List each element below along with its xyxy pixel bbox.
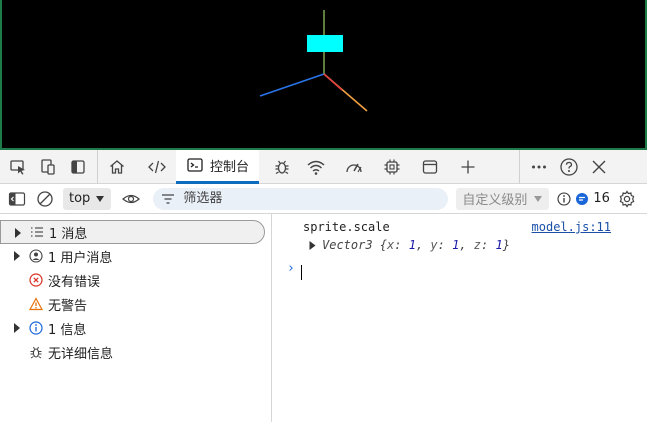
- sidebar-item-info[interactable]: 1 信息: [0, 316, 271, 340]
- sidebar-item-label: 无警告: [48, 298, 88, 314]
- add-icon[interactable]: [453, 152, 483, 182]
- help-icon[interactable]: [554, 152, 584, 182]
- toolbar-divider: [519, 149, 521, 184]
- source-link[interactable]: model.js:11: [532, 220, 611, 234]
- more-icon[interactable]: [524, 152, 554, 182]
- close-icon[interactable]: [584, 152, 614, 182]
- log-levels-label: 自定义级别: [462, 193, 528, 208]
- device-emulation-icon[interactable]: [33, 152, 63, 182]
- filter-box: [153, 187, 449, 210]
- sidebar-item-warnings[interactable]: 无警告: [0, 292, 271, 316]
- home-icon[interactable]: [102, 152, 132, 182]
- expand-arrow-icon[interactable]: [14, 228, 22, 238]
- list-icon: [31, 227, 43, 237]
- sidebar-item-verbose[interactable]: 无详细信息: [0, 340, 271, 364]
- network-wifi-icon[interactable]: [301, 152, 331, 182]
- warning-icon: [29, 297, 43, 311]
- filter-icon: [162, 193, 175, 204]
- issues-count: 16: [593, 191, 610, 206]
- sidebar-item-errors[interactable]: 没有错误: [0, 268, 271, 292]
- filter-input[interactable]: [183, 191, 424, 206]
- devtools-toolbar: 控制台: [0, 149, 647, 184]
- caret-down-icon: [96, 195, 105, 202]
- expand-arrow-icon[interactable]: [13, 323, 21, 333]
- console-settings-gear-icon[interactable]: [614, 184, 640, 214]
- user-icon: [29, 249, 43, 263]
- expand-arrow-icon[interactable]: [309, 240, 316, 250]
- console-output[interactable]: sprite.scale model.js:11 Vector3 {x: 1, …: [273, 214, 647, 422]
- info-icon: [29, 321, 43, 335]
- bug-icon[interactable]: [267, 152, 297, 182]
- issues-chat-icon: [576, 192, 589, 205]
- sprite-box: [307, 35, 343, 52]
- inspect-icon[interactable]: [3, 152, 33, 182]
- tab-console[interactable]: 控制台: [176, 149, 260, 184]
- performance-gauge-icon[interactable]: [339, 152, 369, 182]
- live-expression-eye-icon[interactable]: [117, 184, 145, 214]
- log-message-text: sprite.scale: [303, 220, 390, 234]
- sidebar-item-messages[interactable]: 1 消息: [0, 220, 265, 244]
- console-icon: [187, 158, 203, 172]
- context-selector[interactable]: top: [63, 187, 112, 210]
- dock-icon[interactable]: [63, 152, 93, 182]
- tab-console-label: 控制台: [210, 159, 250, 175]
- console-toolbar: top 自定义级别 16: [0, 184, 647, 214]
- caret-down-icon: [534, 195, 543, 202]
- clear-console-icon[interactable]: [31, 184, 59, 214]
- elements-icon[interactable]: [142, 152, 172, 182]
- console-input-caret[interactable]: [301, 265, 302, 280]
- sidebar-item-label: 1 用户消息: [48, 250, 113, 266]
- log-levels-dropdown[interactable]: 自定义级别: [456, 187, 550, 210]
- sidebar-item-label: 无详细信息: [48, 346, 114, 362]
- sidebar-item-label: 1 信息: [48, 322, 87, 338]
- x-axis-line: [259, 73, 325, 97]
- context-selector-value: top: [69, 191, 91, 206]
- object-z-value: 1: [495, 238, 503, 252]
- application-window-icon[interactable]: [415, 152, 445, 182]
- object-x-value: 1: [408, 238, 416, 252]
- sidebar-toggle-icon[interactable]: [3, 184, 31, 214]
- toolbar-divider: [97, 149, 98, 184]
- sidebar-item-user-messages[interactable]: 1 用户消息: [0, 244, 271, 268]
- cpu-icon[interactable]: [377, 152, 407, 182]
- info-icon: [557, 191, 571, 206]
- sidebar-item-label: 1 消息: [49, 226, 88, 242]
- webgl-viewport[interactable]: [0, 0, 647, 150]
- object-preview[interactable]: Vector3 {x: 1, y: 1, z: 1}: [309, 238, 510, 252]
- issues-counter[interactable]: 16: [557, 191, 610, 206]
- error-icon: [29, 273, 43, 287]
- verbose-bug-icon: [30, 346, 42, 359]
- sidebar-item-label: 没有错误: [48, 274, 101, 290]
- console-prompt-chevron-icon: ›: [287, 261, 295, 276]
- object-type: Vector3: [322, 238, 373, 252]
- object-y-value: 1: [452, 238, 460, 252]
- expand-arrow-icon[interactable]: [13, 251, 21, 261]
- console-sidebar: 1 消息 1 用户消息 没有错误 无警告 1 信息 无详细信息: [0, 214, 272, 422]
